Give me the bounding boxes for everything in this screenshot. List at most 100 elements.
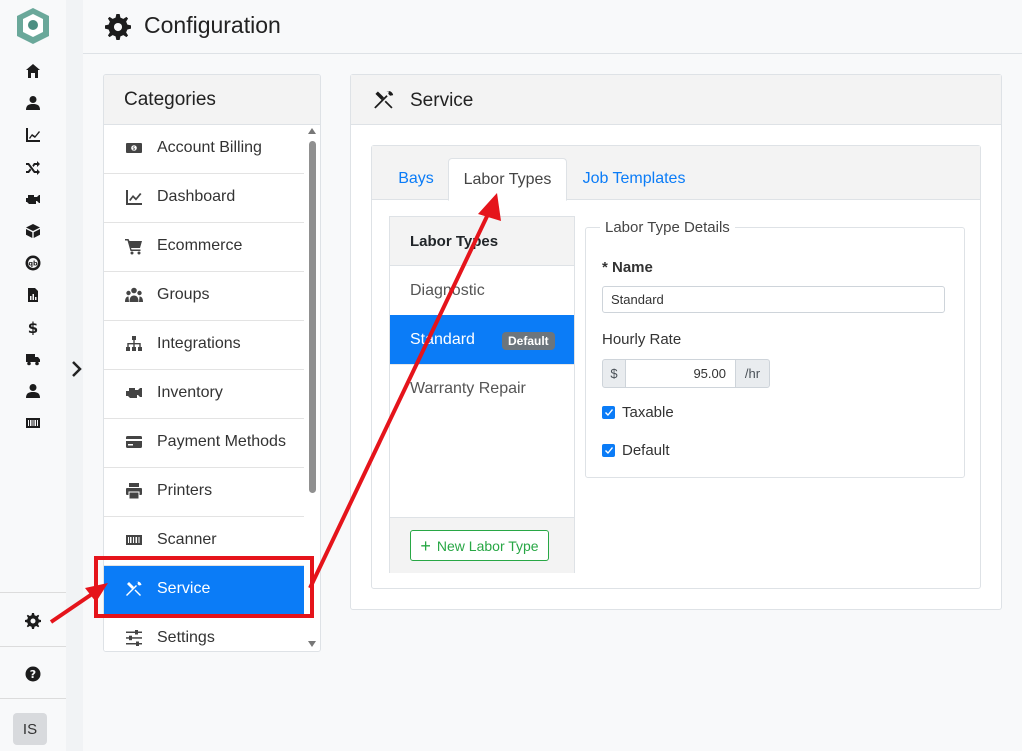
svg-text:$: $ — [28, 319, 38, 335]
scrollbar-thumb[interactable] — [309, 141, 316, 493]
chart-line-icon[interactable] — [22, 124, 44, 146]
categories-title: Categories — [124, 89, 216, 110]
category-label: Payment Methods — [157, 433, 286, 450]
labor-item-diagnostic[interactable]: Diagnostic — [390, 266, 574, 316]
truck-icon[interactable] — [22, 348, 44, 370]
rail-divider — [0, 646, 66, 647]
category-item-account-billing[interactable]: $ Account Billing — [104, 125, 304, 174]
category-item-dashboard[interactable]: Dashboard — [104, 174, 304, 223]
category-item-settings[interactable]: Settings — [104, 615, 304, 651]
printer-icon — [125, 482, 143, 500]
rate-prefix: $ — [602, 359, 626, 388]
sliders-icon — [125, 629, 143, 647]
taxable-checkbox[interactable] — [602, 406, 615, 419]
sitemap-icon — [125, 335, 143, 353]
engine-icon[interactable] — [22, 188, 44, 210]
tools-icon — [125, 580, 143, 598]
plus-icon: + — [420, 535, 431, 556]
svg-text:qb: qb — [28, 260, 38, 268]
rate-suffix: /hr — [735, 359, 770, 388]
avatar[interactable]: IS — [13, 713, 47, 745]
barcode-icon[interactable] — [22, 412, 44, 434]
labor-types-header: Labor Types — [390, 217, 574, 266]
category-item-payment-methods[interactable]: Payment Methods — [104, 419, 304, 468]
category-item-integrations[interactable]: Integrations — [104, 321, 304, 370]
tab-labor-types[interactable]: Labor Types — [448, 158, 567, 201]
new-labor-type-label: New Labor Type — [436, 537, 539, 554]
details-legend: Labor Type Details — [600, 219, 735, 236]
chart-line-icon — [125, 188, 143, 206]
name-label: * Name — [602, 259, 653, 276]
default-badge: Default — [502, 332, 555, 350]
default-label: Default — [622, 442, 670, 459]
category-label: Inventory — [157, 384, 223, 401]
hourly-rate-label: Hourly Rate — [602, 331, 682, 348]
rail-divider — [0, 698, 66, 699]
category-item-inventory[interactable]: Inventory — [104, 370, 304, 419]
shuffle-icon[interactable] — [22, 156, 44, 178]
category-label: Ecommerce — [157, 237, 243, 254]
chevron-right-icon[interactable] — [70, 358, 84, 380]
category-item-scanner[interactable]: Scanner — [104, 517, 304, 566]
labor-item-warranty-repair[interactable]: Warranty Repair — [390, 364, 574, 413]
service-panel: Service Bays Labor Types Job Templates L… — [350, 74, 1002, 610]
new-labor-type-button[interactable]: + New Labor Type — [410, 530, 549, 561]
category-item-ecommerce[interactable]: Ecommerce — [104, 223, 304, 272]
labor-item-label: Warranty Repair — [410, 380, 526, 397]
gear-icon[interactable] — [22, 610, 44, 632]
users-icon — [125, 286, 143, 304]
hourly-rate-input[interactable]: 95.00 — [626, 359, 735, 388]
category-label: Service — [157, 580, 211, 597]
name-input[interactable]: Standard — [602, 286, 945, 313]
labor-type-details: Labor Type Details * Name Standard Hourl… — [585, 219, 965, 478]
money-bill-icon: $ — [125, 139, 143, 157]
barcode-icon — [125, 531, 143, 549]
svg-text:$: $ — [132, 146, 135, 152]
gear-icon — [105, 14, 131, 40]
tab-bays[interactable]: Bays — [384, 158, 448, 199]
category-label: Integrations — [157, 335, 241, 352]
report-icon[interactable] — [22, 284, 44, 306]
user-icon[interactable] — [22, 92, 44, 114]
app-logo[interactable] — [14, 6, 52, 46]
categories-header: Categories — [104, 75, 320, 125]
credit-card-icon — [125, 433, 143, 451]
labor-types-list: Labor Types Diagnostic Standard Default … — [389, 216, 575, 573]
labor-list-footer: + New Labor Type — [390, 517, 574, 573]
category-item-printers[interactable]: Printers — [104, 468, 304, 517]
quickbooks-icon[interactable]: qb — [22, 252, 44, 274]
labor-item-label: Standard — [410, 331, 475, 348]
user-icon[interactable] — [22, 380, 44, 402]
tabs-card: Bays Labor Types Job Templates Labor Typ… — [371, 145, 981, 589]
category-label: Dashboard — [157, 188, 236, 205]
dollar-icon[interactable]: $ — [22, 316, 44, 338]
cart-icon — [125, 237, 143, 255]
labor-item-label: Diagnostic — [410, 282, 485, 299]
category-item-service[interactable]: Service — [104, 566, 304, 615]
category-label: Settings — [157, 629, 215, 646]
home-icon[interactable] — [22, 60, 44, 82]
category-label: Printers — [157, 482, 213, 499]
tab-bar: Bays Labor Types Job Templates — [372, 146, 980, 201]
svg-text:?: ? — [30, 668, 36, 681]
category-label: Groups — [157, 286, 210, 303]
default-checkbox[interactable] — [602, 444, 615, 457]
category-label: Account Billing — [157, 139, 262, 156]
tools-icon — [373, 89, 395, 111]
engine-icon — [125, 384, 143, 402]
tab-job-templates[interactable]: Job Templates — [572, 158, 696, 199]
hourly-rate-group: $ 95.00 /hr — [602, 359, 770, 388]
labor-types-title: Labor Types — [410, 233, 499, 250]
service-title: Service — [410, 90, 474, 111]
labor-item-standard[interactable]: Standard Default — [390, 315, 574, 365]
left-rail: qb $ ? IS — [0, 0, 67, 751]
categories-panel: Categories $ Account Billing Dashboard E… — [103, 74, 321, 652]
category-label: Scanner — [157, 531, 217, 548]
page-title: Configuration — [144, 12, 281, 38]
box-icon[interactable] — [22, 220, 44, 242]
rail-divider — [0, 592, 66, 593]
category-item-groups[interactable]: Groups — [104, 272, 304, 321]
service-header: Service — [351, 75, 1001, 125]
taxable-label: Taxable — [622, 404, 674, 421]
help-icon[interactable]: ? — [22, 663, 44, 685]
